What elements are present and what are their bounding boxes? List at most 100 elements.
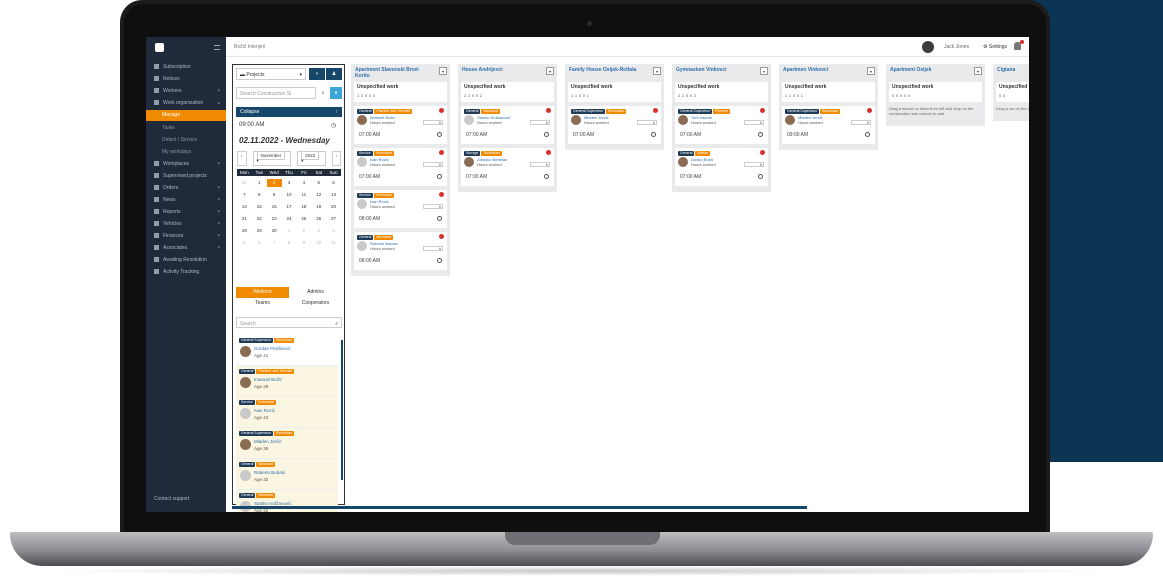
start-time[interactable]: 07:00 AM (466, 174, 487, 180)
hours-input[interactable]: h (530, 120, 550, 125)
sidebar-item-notices[interactable]: Notices (146, 74, 226, 85)
assigned-worker-card[interactable]: General Plumber and Tinsmith Imanuel Božić… (354, 106, 447, 144)
start-time[interactable]: 07:00 AM (680, 174, 701, 180)
calendar-day[interactable]: 3 (282, 179, 297, 187)
column-menu-icon[interactable]: ▾ (974, 67, 982, 75)
unspecified-work-select[interactable]: Unspecified work 1 2 0 0 3 (354, 82, 447, 102)
calendar-day[interactable]: 9 (296, 239, 311, 247)
forward-icon[interactable]: » (309, 68, 325, 80)
calendar-day[interactable]: 17 (282, 203, 297, 211)
worker-name[interactable]: Gordan Perišković (254, 346, 291, 351)
add-worker-icon[interactable]: ♟ (326, 68, 342, 80)
clock-icon[interactable] (437, 258, 442, 263)
remove-icon[interactable] (867, 108, 872, 113)
worker-card[interactable]: Service Technician Ivan Rozić Age 43 (236, 397, 338, 428)
worker-name[interactable]: Ivan Rozić (254, 408, 275, 413)
hours-input[interactable]: h (637, 120, 657, 125)
clock-icon[interactable] (437, 132, 442, 137)
start-time[interactable]: 07:00 AM (359, 132, 380, 138)
prev-month-icon[interactable]: ‹ (237, 151, 247, 166)
clock-icon[interactable] (437, 216, 442, 221)
column-title[interactable]: Cigtana (993, 64, 1029, 82)
start-time[interactable]: 08:00 AM (359, 258, 380, 264)
calendar-day[interactable]: 30 (267, 227, 282, 235)
settings-link[interactable]: ⚙ Settings (983, 44, 1007, 50)
hours-input[interactable]: h (744, 162, 764, 167)
sidebar-item-workers[interactable]: Workers ▾ (146, 86, 226, 97)
sidebar-item-my-workdays[interactable]: My workdays (146, 147, 226, 158)
sidebar-item-orders[interactable]: Orders ▾ (146, 183, 226, 194)
month-select[interactable]: November ▾ (252, 151, 292, 166)
hours-input[interactable]: h (423, 246, 443, 251)
remove-icon[interactable] (653, 108, 658, 113)
remove-icon[interactable] (760, 150, 765, 155)
assigned-worker-card[interactable]: General Mechanic Stanko Krdžanović Hours wo… (461, 106, 554, 144)
unspecified-work-select[interactable]: Unspecified work 1 1 0 0 1 (568, 82, 661, 102)
calendar-day[interactable]: 2 (266, 179, 282, 187)
worker-card[interactable]: General Supervisor Electrician Gordan Peri… (236, 335, 338, 366)
column-title[interactable]: Gymnasium Vinkovci (672, 64, 771, 82)
projects-select[interactable]: ▬ Projects ▾ (236, 68, 306, 80)
calendar-day[interactable]: 4 (296, 179, 311, 187)
sidebar-item-supervised-projects[interactable]: Supervised projects (146, 171, 226, 182)
calendar-day[interactable]: 1 (252, 179, 267, 187)
calendar-day[interactable]: 13 (326, 191, 341, 199)
clock-icon[interactable] (865, 132, 870, 137)
unspecified-work-select[interactable]: Unspecified work 1 1 0 0 1 (782, 82, 875, 102)
breadcrumb[interactable]: Božić Interijeri (234, 44, 265, 50)
clock-icon[interactable] (651, 132, 656, 137)
calendar-day[interactable]: 5 (311, 179, 326, 187)
tab-workers[interactable]: Workers (236, 287, 289, 298)
worker-search-input[interactable]: Search ⌕ (236, 317, 342, 328)
worker-name[interactable]: Imanuel Božić (254, 377, 282, 382)
sidebar-item-associates[interactable]: Associates ▾ (146, 243, 226, 254)
assigned-worker-card[interactable]: Service Technician Ivan Rozić Hours worked h… (354, 148, 447, 186)
worker-card[interactable]: General Mechanic Roberto Bubalo Age 32 (236, 459, 338, 490)
hours-input[interactable]: h (423, 204, 443, 209)
next-month-icon[interactable]: › (331, 151, 341, 166)
calendar-day[interactable]: 9 (267, 191, 282, 199)
worker-list-scrollbar[interactable] (341, 340, 343, 480)
sidebar-item-news[interactable]: News ▾ (146, 195, 226, 206)
column-menu-icon[interactable]: ▾ (439, 67, 447, 75)
calendar-day[interactable]: 31 (237, 179, 252, 187)
calendar-day[interactable]: 4 (326, 227, 341, 235)
calendar-day[interactable]: 6 (252, 239, 267, 247)
calendar-day[interactable]: 24 (282, 215, 297, 223)
calendar-day[interactable]: 2 (296, 227, 311, 235)
calendar-day[interactable]: 10 (311, 239, 326, 247)
clock-icon[interactable] (758, 174, 763, 179)
calendar-day[interactable]: 7 (237, 191, 252, 199)
remove-icon[interactable] (439, 234, 444, 239)
sidebar-item-subscription[interactable]: Subscription (146, 62, 226, 73)
remove-icon[interactable] (546, 150, 551, 155)
calendar-day[interactable]: 25 (296, 215, 311, 223)
assigned-worker-card[interactable]: General Welder Dunko Božić Hours worked h 07:… (675, 148, 768, 186)
tab-admins[interactable]: Admins (289, 287, 342, 298)
hours-input[interactable]: h (423, 120, 443, 125)
assigned-worker-card[interactable]: General Supervisor Plumber Toni Kasran Hour… (675, 106, 768, 144)
column-menu-icon[interactable]: ▾ (867, 67, 875, 75)
calendar-day[interactable]: 1 (282, 227, 297, 235)
calendar-day[interactable]: 7 (267, 239, 282, 247)
calendar-day[interactable]: 26 (311, 215, 326, 223)
bell-icon[interactable] (1014, 40, 1024, 50)
column-menu-icon[interactable]: ▾ (546, 67, 554, 75)
app-logo-icon[interactable] (155, 43, 164, 52)
column-menu-icon[interactable]: ▾ (653, 67, 661, 75)
unspecified-work-select[interactable]: Unspecified work 2 2 0 0 2 (675, 82, 768, 102)
start-time[interactable]: 07:00 AM (359, 174, 380, 180)
clock-icon[interactable] (544, 174, 549, 179)
sidebar-item-work-organization[interactable]: Work organization ▴ (146, 98, 226, 109)
user-avatar[interactable] (922, 41, 934, 53)
worker-name[interactable]: Mladen Jerčić (254, 439, 282, 444)
calendar-day[interactable]: 8 (282, 239, 297, 247)
worker-name[interactable]: Roberto Bubalo (254, 470, 285, 475)
worker-card[interactable]: General Supervisor Electrician Mladen Jerč… (236, 428, 338, 459)
remove-icon[interactable] (439, 192, 444, 197)
hours-input[interactable]: h (530, 162, 550, 167)
calendar-day[interactable]: 8 (252, 191, 267, 199)
year-select[interactable]: 2022 ▾ (297, 151, 326, 166)
calendar-day[interactable]: 20 (326, 203, 341, 211)
worker-card[interactable]: General Plumber and Tinsmith Imanuel Božić… (236, 366, 338, 397)
